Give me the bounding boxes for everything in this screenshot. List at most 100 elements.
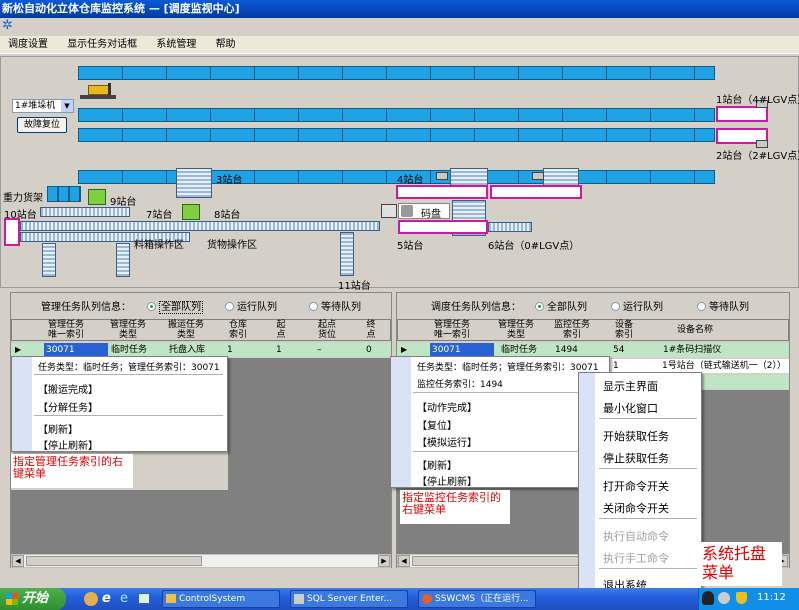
desktop-icon[interactable] [138,593,150,604]
stacker-crane-icon [80,83,118,103]
main-line-upper [20,221,380,231]
management-grid-empty [11,490,228,554]
station-5-label: 5站台 [397,241,424,252]
menu-refresh[interactable]: 【刷新】 [417,457,457,472]
station-3-conveyor [176,168,212,198]
radio-all-queue[interactable]: 全部队列 [147,298,203,314]
col-move-type[interactable]: 搬运任务类型 [168,320,204,340]
menu-split-task[interactable]: 【分解任务】 [38,399,98,414]
menu-refresh[interactable]: 【刷新】 [38,421,78,436]
dispatch-grid-header: 管理任务唯一索引 管理任务类型 监控任务索引 设备索引 设备名称 [397,319,789,341]
col-device-index[interactable]: 设备索引 [612,320,636,340]
lgv-icon [532,172,544,180]
radio-all-queue-right[interactable]: 全部队列 [535,298,587,313]
col-mgmt-type-right[interactable]: 管理任务类型 [498,320,534,340]
station-9-label: 9站台 [110,197,137,208]
left-menu-caption: 指定管理任务索引的右键菜单 [11,454,133,488]
drop-conveyor-2 [116,243,130,277]
station-1-node[interactable] [716,106,768,122]
taskbar-item-sqlserver[interactable]: SQL Server Enter... [290,590,408,608]
station-4b-node[interactable] [490,185,582,199]
menu-show-main[interactable]: 显示主界面 [603,378,658,394]
radio-run-queue-right[interactable]: 运行队列 [611,298,663,313]
taskbar-item-sswcms[interactable]: SSWCMS（正在运行... [418,590,536,608]
radio-run-queue[interactable]: 运行队列 [225,298,277,313]
menu-minimize[interactable]: 最小化窗口 [603,400,658,416]
radio-wait-queue[interactable]: 等待队列 [309,298,361,313]
menu-simulate-run[interactable]: 【模拟运行】 [417,434,477,449]
scroll-thumb [26,556,202,566]
menu-stop-refresh[interactable]: 【停止刷新】 [38,437,98,452]
menu-task-info: 任务类型：临时任务；管理任务索引：30071 [417,363,599,373]
menu-help[interactable]: 帮助 [208,36,244,54]
management-hscroll[interactable]: ◀ ▶ [11,554,391,568]
station-8-icon [182,204,200,220]
clock: 11:12 [757,592,786,603]
menu-open-cmd[interactable]: 打开命令开关 [603,478,669,494]
radio-wait-queue-right[interactable]: 等待队列 [697,298,749,313]
menu-start-fetch[interactable]: 开始获取任务 [603,428,669,444]
penguin-icon[interactable] [702,591,714,605]
quicklaunch-icons: e e [84,591,156,607]
menu-task-info: 任务类型：临时任务；管理任务索引：30071 [38,363,220,373]
row-pointer-icon: ▶ [401,345,408,354]
station-4-label: 4站台 [397,175,424,186]
station-2-label: 2站台（2#LGV点） [716,151,799,162]
scroll-thumb [412,556,582,566]
col-monitor-index[interactable]: 监控任务索引 [554,320,590,340]
goods-area-label: 货物操作区 [207,240,257,251]
dispatch-queue-title: 调度任务队列信息： [431,302,521,313]
col-end[interactable]: 终点 [364,320,378,340]
menu-show-task-dialog[interactable]: 显示任务对话框 [59,36,145,54]
col-mgmt-type[interactable]: 管理任务类型 [110,320,146,340]
menu-reset[interactable]: 【复位】 [417,417,457,432]
rack-row-1 [78,66,715,80]
start-button[interactable]: 开始 [0,588,66,610]
table-row[interactable] [700,375,789,389]
rack-row-2 [78,108,715,122]
row-pointer-icon: ▶ [15,345,22,354]
volume-icon[interactable] [718,592,730,604]
taskbar-item-controlsystem[interactable]: ControlSystem [162,590,280,608]
menu-exec-auto: 执行自动命令 [603,530,669,543]
station-10-node[interactable] [4,218,20,246]
station-6-conveyor [488,222,532,232]
col-device-name[interactable]: 设备名称 [660,325,730,335]
station-10-conveyor [40,207,130,217]
person-icon[interactable] [84,592,98,606]
menu-close-cmd[interactable]: 关闭命令开关 [603,500,669,516]
management-grid-empty [228,358,391,554]
ie-icon[interactable]: e [102,592,111,606]
col-mgmt-index-right[interactable]: 管理任务唯一索引 [430,320,474,340]
station-4-node[interactable] [396,185,488,199]
col-warehouse-index[interactable]: 仓库索引 [226,320,250,340]
menu-action-complete[interactable]: 【动作完成】 [417,399,477,414]
tray-menu-caption: 系统托盘菜单 [700,542,782,586]
menu-move-complete[interactable]: 【搬运完成】 [38,381,98,396]
menu-stop-fetch[interactable]: 停止获取任务 [603,450,669,466]
station-9-icon [88,189,106,205]
chevron-down-icon: ▼ [61,100,73,112]
table-row[interactable]: ▶ 30071 临时任务 1494 54 1#条码扫描仪 [397,343,789,357]
monitor-context-menu: 任务类型：临时任务；管理任务索引：30071 监控任务索引：1494 【动作完成… [390,356,610,488]
menu-monitor-info: 监控任务索引：1494 [417,380,503,390]
station-11-conveyor [340,232,354,276]
col-start[interactable]: 起点 [274,320,288,340]
stacker-select[interactable]: 1#堆垛机 ▼ [12,99,74,113]
menu-stop-refresh[interactable]: 【停止刷新】 [417,473,477,488]
app-icon: ✲ [2,18,13,33]
col-start-slot[interactable]: 起点货位 [314,320,340,340]
table-row[interactable]: 1 1号站台（链式输送机一（2）） [610,359,789,373]
fault-reset-button[interactable]: 故障复位 [17,117,67,133]
table-row[interactable]: ▶ 30071 临时任务 托盘入库 1 1 – 0 [11,343,391,357]
station-5-node[interactable] [398,220,488,234]
menu-dispatch-settings[interactable]: 调度设置 [0,36,56,54]
code-area-box: 码盘区 [398,203,450,235]
col-mgmt-index[interactable]: 管理任务唯一索引 [44,320,88,340]
browser-icon[interactable]: e [120,592,128,606]
sql-server-icon [294,594,304,604]
shield-icon[interactable] [736,592,747,604]
lgv-icon [436,172,448,180]
menu-system-management[interactable]: 系统管理 [148,36,204,54]
menu-exec-manual: 执行手工命令 [603,552,669,565]
